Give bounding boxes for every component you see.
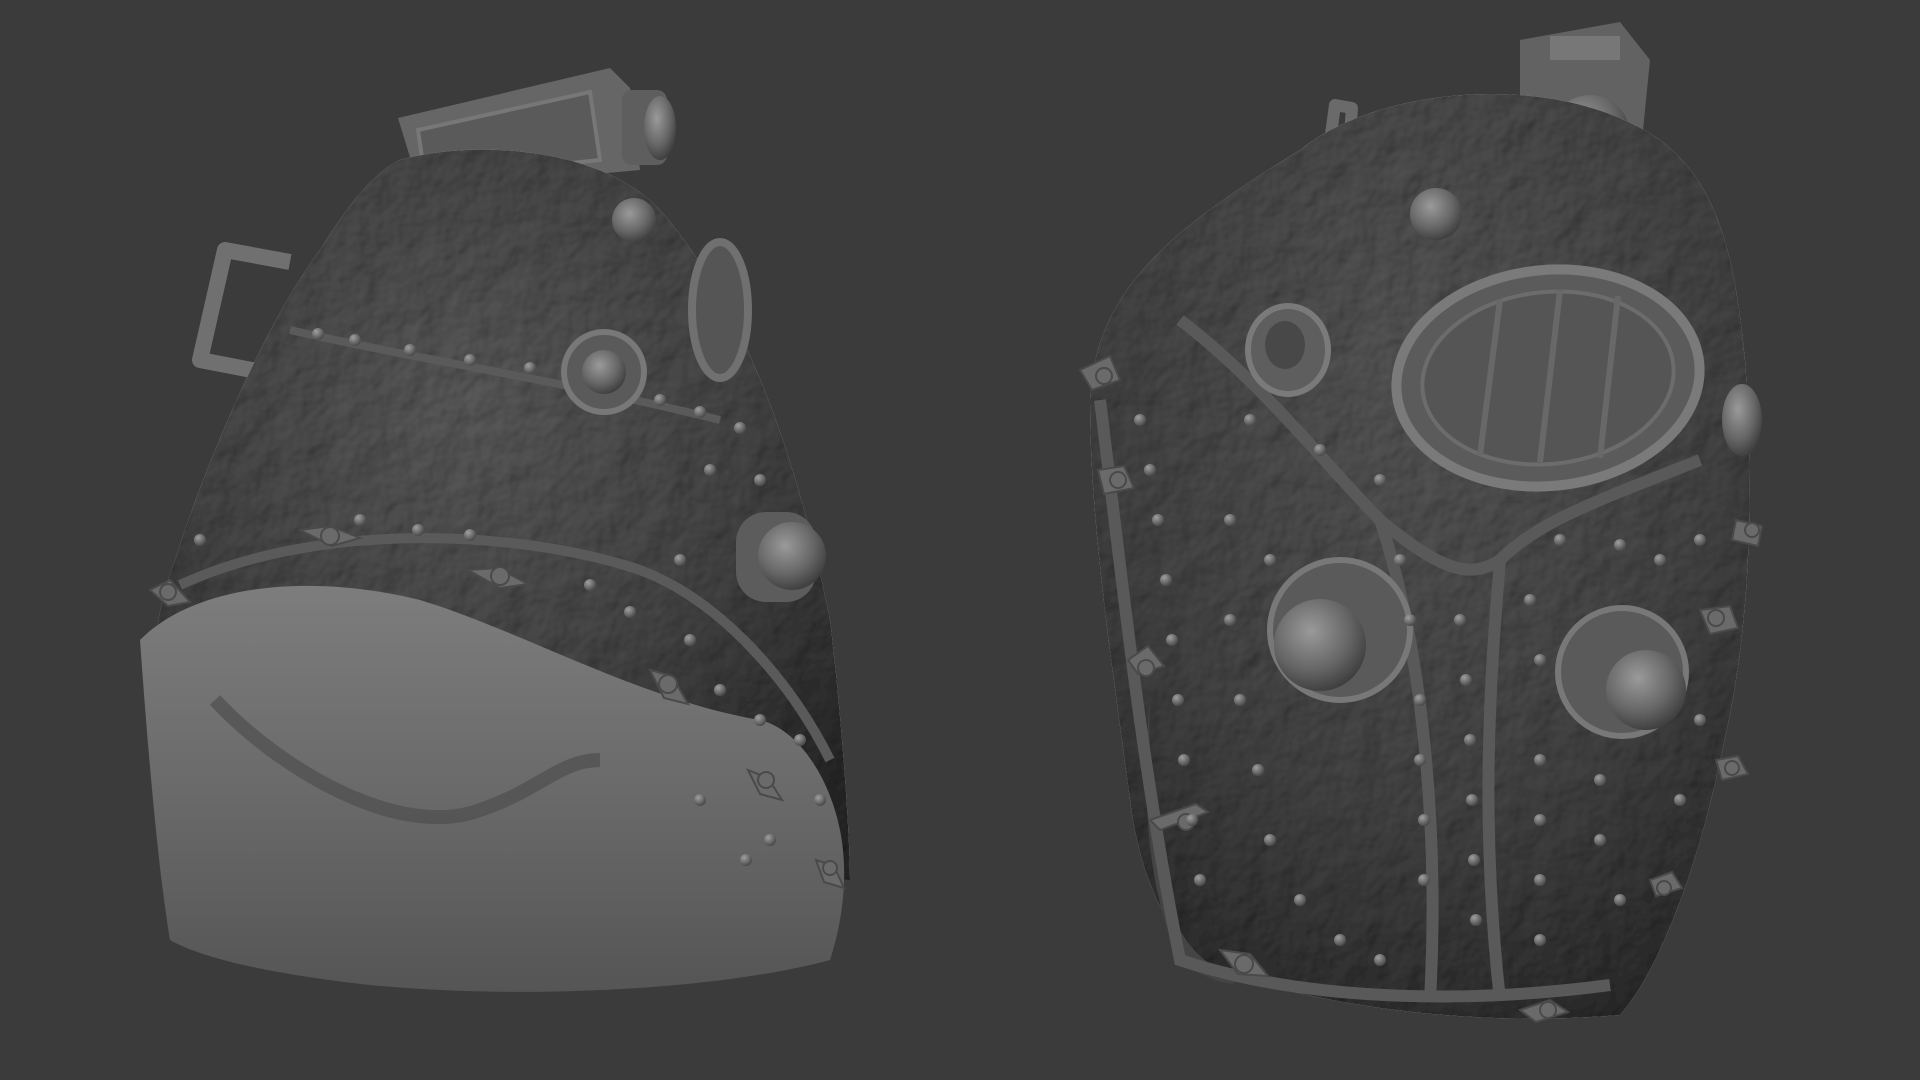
lower-left-knob-icon xyxy=(1267,557,1413,703)
top-dome-icon xyxy=(1410,188,1462,240)
front-porthole-icon xyxy=(688,238,752,382)
helmet-three-quarter-view[interactable] xyxy=(1078,22,1764,1024)
top-dome-icon xyxy=(612,198,656,242)
side-vent-icon xyxy=(1245,303,1331,397)
helmet-side-view[interactable] xyxy=(140,68,850,992)
viewport-canvas xyxy=(140,22,1764,1024)
lower-right-knob-icon xyxy=(1555,605,1689,739)
sculpt-viewport[interactable] xyxy=(0,0,1920,1080)
